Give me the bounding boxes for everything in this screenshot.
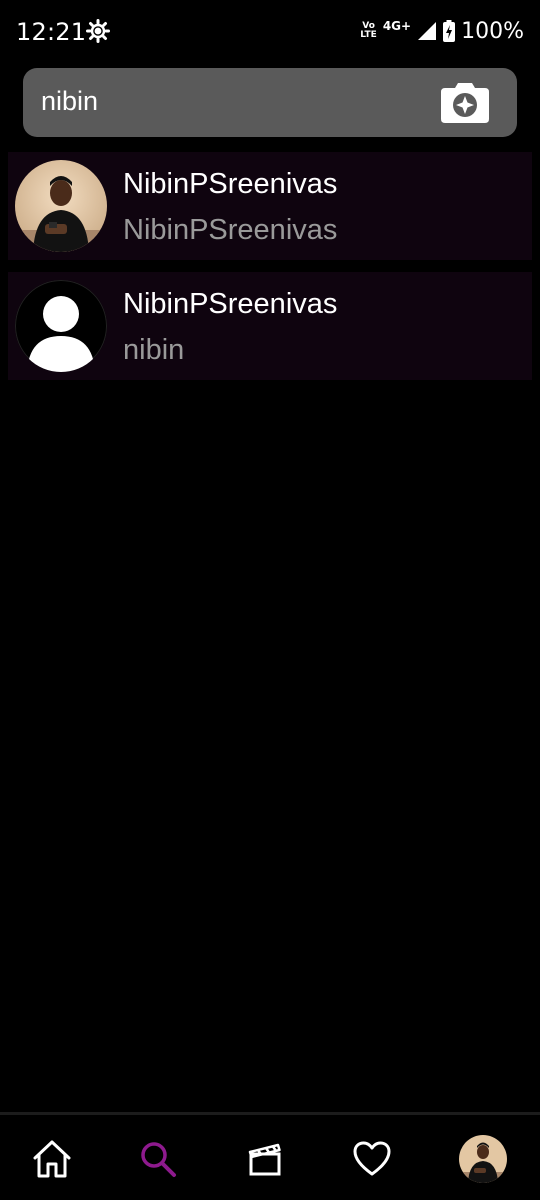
volte-label-bottom: LTE	[360, 30, 377, 40]
result-item-1[interactable]: NibinPSreenivas NibinPSreenivas	[8, 152, 532, 260]
search-input[interactable]	[39, 80, 433, 122]
status-time: 12:21	[16, 18, 87, 46]
result-subtitle: NibinPSreenivas	[123, 214, 338, 246]
result-title: NibinPSreenivas	[123, 168, 338, 200]
nav-reels[interactable]	[243, 1137, 287, 1181]
result-item-2[interactable]: NibinPSreenivas nibin	[8, 272, 532, 380]
search-icon	[141, 1142, 176, 1177]
network-type: 4G+	[382, 19, 412, 33]
volte-indicator: Vo LTE	[360, 22, 377, 40]
search-bar	[23, 68, 517, 137]
nav-home[interactable]	[30, 1137, 74, 1181]
battery-icon	[443, 20, 456, 42]
status-bar: 12:21 Vo LTE 4G+ 100%	[0, 0, 540, 64]
nav-favorites[interactable]	[350, 1137, 394, 1181]
nav-search[interactable]	[136, 1137, 180, 1181]
reels-icon	[248, 1143, 281, 1176]
result-subtitle: nibin	[123, 334, 185, 366]
result-title: NibinPSreenivas	[123, 288, 338, 320]
heart-icon	[353, 1141, 391, 1176]
default-user-icon	[15, 280, 107, 372]
status-indicators: Vo LTE 4G+ 100%	[360, 16, 524, 46]
camera-icon[interactable]	[441, 83, 489, 123]
profile-avatar	[459, 1135, 507, 1183]
settings-gear-icon	[86, 19, 110, 43]
home-icon	[33, 1140, 71, 1178]
nav-profile[interactable]	[459, 1135, 507, 1183]
signal-icon	[418, 22, 437, 40]
battery-percent: 100%	[461, 18, 524, 44]
bottom-nav	[0, 1112, 540, 1200]
user-avatar-photo	[15, 160, 107, 252]
